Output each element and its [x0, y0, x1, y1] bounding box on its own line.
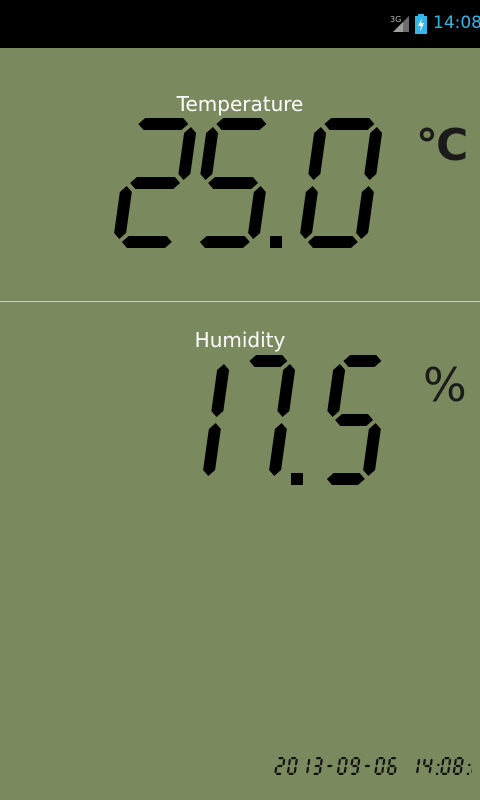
signal-icon	[393, 16, 409, 32]
status-clock: 14:08	[433, 13, 480, 33]
digit-1	[416, 758, 421, 774]
digit-9	[350, 757, 361, 775]
datetime-display	[274, 757, 472, 775]
digit-dash	[327, 764, 333, 768]
digit-0	[374, 757, 386, 775]
temperature-value	[114, 118, 383, 248]
digit-6	[386, 757, 397, 775]
digit-2	[114, 118, 197, 248]
digit-0	[440, 757, 452, 775]
digit-7	[249, 355, 296, 476]
digit-3	[313, 757, 323, 775]
colon	[466, 763, 471, 775]
temperature-unit: °C	[416, 120, 468, 171]
digit-dash	[364, 764, 371, 768]
temperature-label: Temperature	[176, 92, 304, 116]
digit-0	[336, 757, 348, 775]
digit-5	[199, 118, 267, 248]
digit-4	[422, 758, 433, 774]
digit-0	[286, 757, 298, 775]
humidity-unit: %	[423, 358, 467, 412]
digit-2	[471, 767, 472, 774]
status-bar: 3G 14:08	[0, 0, 480, 48]
digit-1	[306, 758, 311, 774]
decimal-point	[270, 236, 282, 248]
digit-2	[274, 757, 286, 775]
colon	[435, 763, 440, 775]
humidity-label: Humidity	[194, 328, 286, 352]
decimal-point	[291, 473, 303, 485]
humidity-value	[203, 355, 382, 485]
divider	[0, 301, 480, 302]
battery-charging-icon	[415, 14, 427, 34]
digit-1	[203, 364, 230, 476]
digit-0	[300, 118, 383, 248]
digit-8	[452, 757, 464, 775]
digit-5	[326, 355, 382, 485]
